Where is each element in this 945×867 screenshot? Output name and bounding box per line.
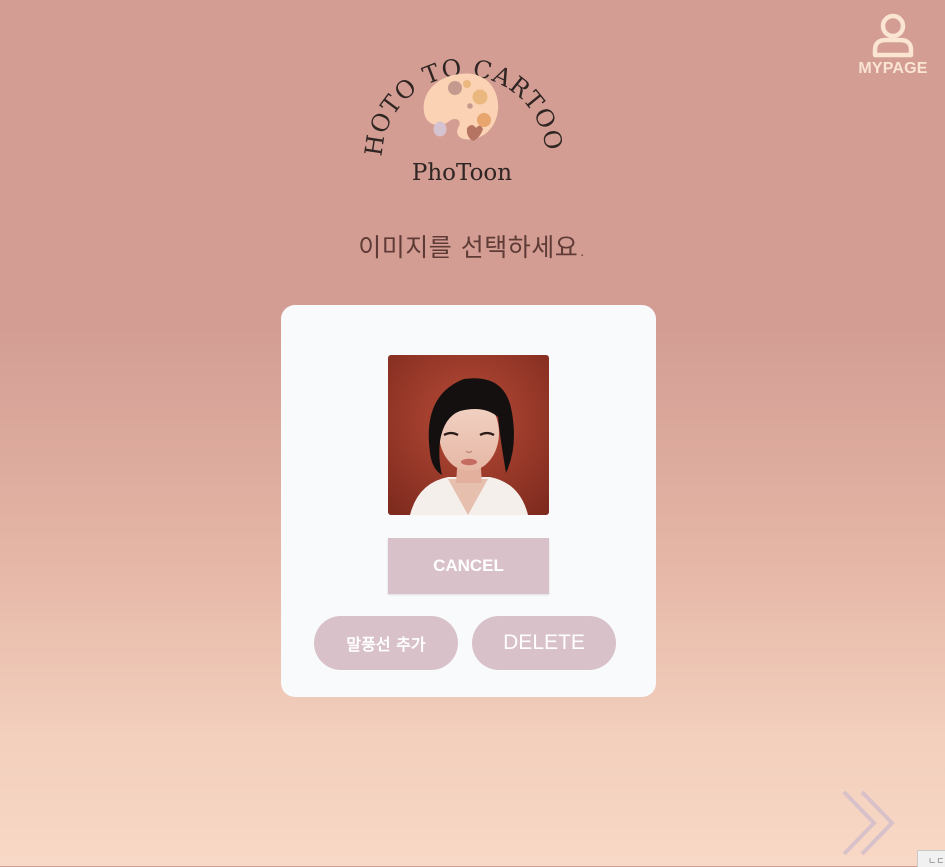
corner-widget-text: ㄴㄷ	[928, 857, 945, 867]
next-button[interactable]	[838, 788, 900, 858]
mypage-label: MYPAGE	[858, 60, 928, 77]
image-card: CANCEL 말풍선 추가 DELETE	[281, 305, 656, 697]
mypage-button[interactable]: MYPAGE	[855, 12, 931, 78]
add-speech-bubble-button[interactable]: 말풍선 추가	[314, 616, 458, 670]
corner-widget[interactable]: ㄴㄷ	[917, 850, 945, 867]
delete-button[interactable]: DELETE	[472, 616, 616, 670]
user-icon	[872, 13, 914, 58]
logo[interactable]: PHOTO TO CARTOON PhoToon	[349, 14, 567, 186]
page-title: 이미지를 선택하세요.	[358, 233, 587, 262]
logo-wordmark: PhoToon	[412, 160, 512, 186]
selected-photo[interactable]	[388, 355, 549, 515]
double-chevron-right-icon	[842, 790, 895, 856]
cancel-button[interactable]: CANCEL	[388, 538, 549, 594]
